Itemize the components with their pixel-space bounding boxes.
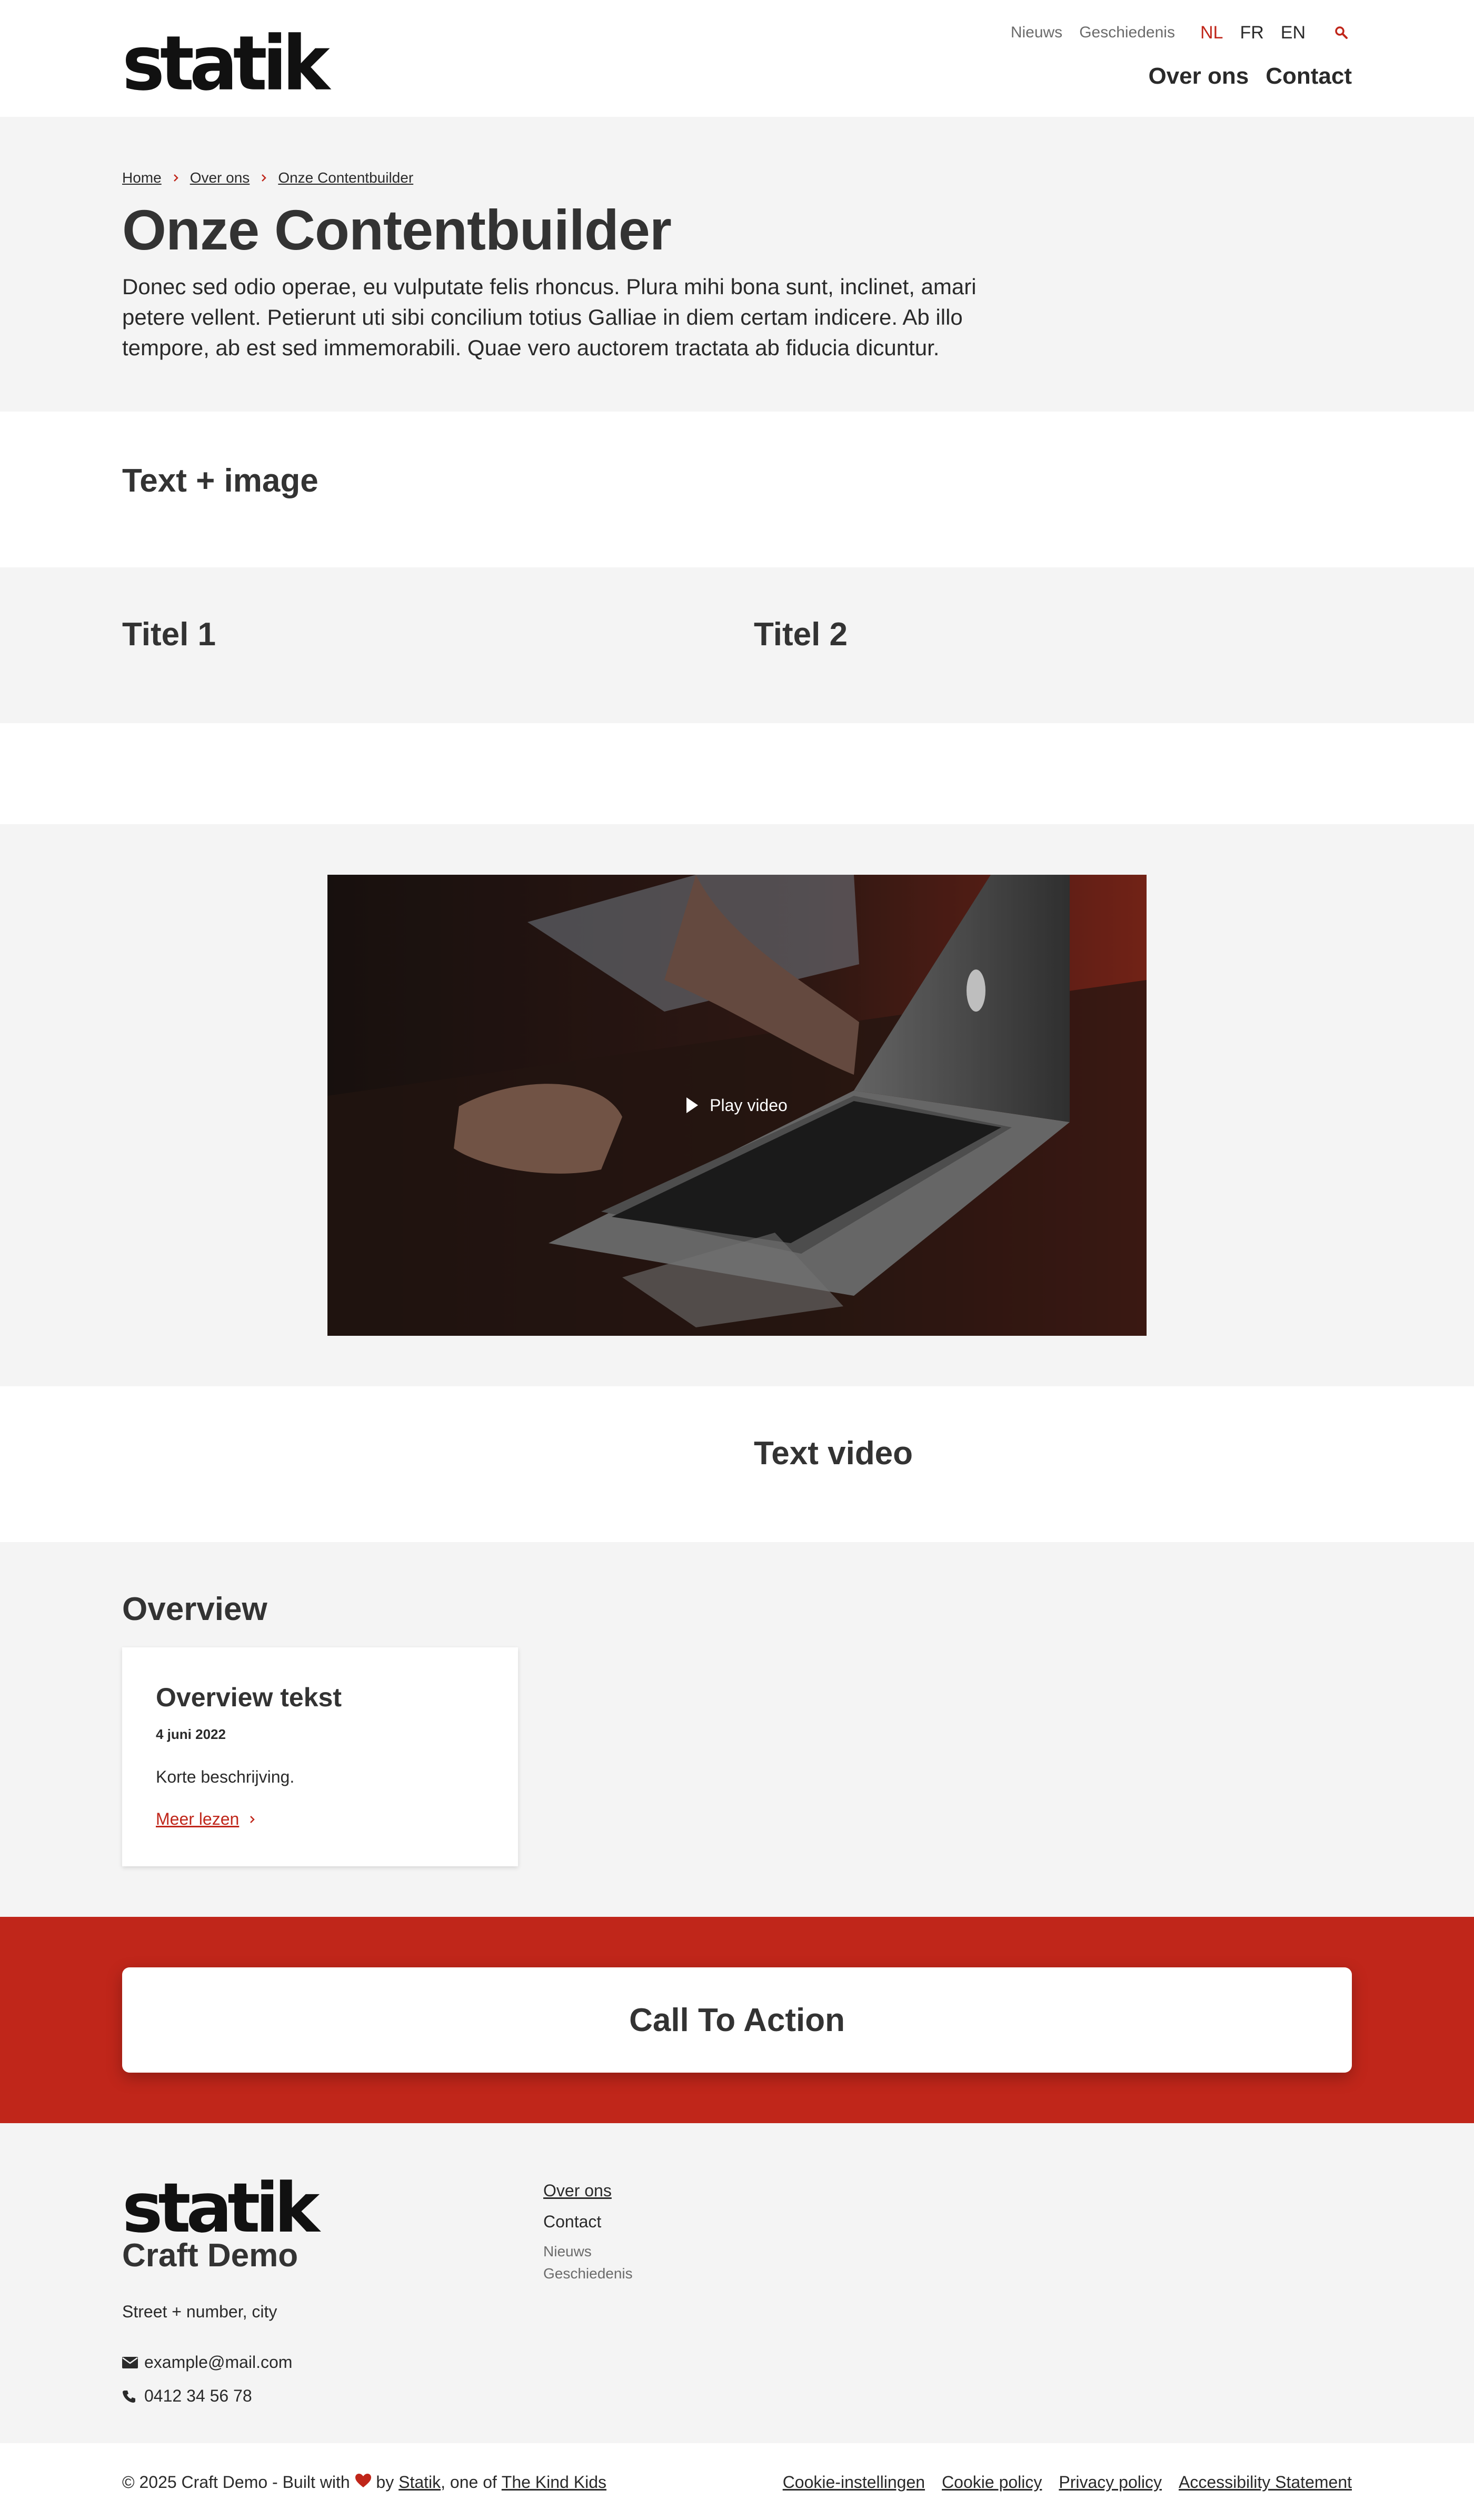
language-fr[interactable]: FR [1240, 23, 1263, 43]
card-title: Overview tekst [156, 1683, 342, 1712]
mail-icon [122, 2356, 139, 2368]
section-title: Text video [754, 1435, 913, 1472]
main-nav: Over ons Contact [1131, 63, 1352, 89]
copyright-mid: , one of [441, 2473, 502, 2492]
play-video-button[interactable]: Play video [327, 875, 1147, 1336]
breadcrumb-home[interactable]: Home [122, 169, 162, 186]
breadcrumb-over-ons[interactable]: Over ons [190, 169, 250, 186]
card-description: Korte beschrijving. [156, 1767, 295, 1786]
site-header: statik Nieuws Geschiedenis NL FR EN Over… [0, 0, 1474, 117]
footer-nav: Over ons Contact Nieuws Geschiedenis [543, 2181, 633, 2287]
breadcrumb-current[interactable]: Onze Contentbuilder [278, 169, 413, 186]
the-kind-kids-link[interactable]: The Kind Kids [502, 2473, 606, 2492]
card-date: 4 juni 2022 [156, 1726, 226, 1742]
search-icon[interactable] [1331, 22, 1352, 43]
copyright: © 2025 Craft Demo - Built with by Statik… [122, 2473, 606, 2492]
site-logo[interactable]: statik [122, 26, 330, 102]
cta-section: Call To Action [0, 1917, 1474, 2123]
heart-icon [355, 2473, 372, 2492]
spacer-section [0, 723, 1474, 824]
language-en[interactable]: EN [1281, 23, 1306, 43]
footer-nav-over-ons[interactable]: Over ons [543, 2181, 633, 2201]
footer-email-link[interactable]: example@mail.com [122, 2353, 292, 2372]
footer-phone: 0412 34 56 78 [144, 2386, 252, 2405]
footer-nav-nieuws[interactable]: Nieuws [543, 2243, 633, 2260]
cookie-policy-link[interactable]: Cookie policy [942, 2473, 1042, 2492]
meta-nav-geschiedenis[interactable]: Geschiedenis [1079, 24, 1175, 42]
copyright-by: by [371, 2473, 399, 2492]
site-footer: statik Craft Demo Street + number, city … [0, 2123, 1474, 2443]
statik-link[interactable]: Statik [399, 2473, 441, 2492]
footer-bottom-bar: © 2025 Craft Demo - Built with by Statik… [0, 2443, 1474, 2520]
footer-phone-link[interactable]: 0412 34 56 78 [122, 2386, 252, 2406]
meta-nav: Nieuws Geschiedenis NL FR EN [994, 22, 1352, 43]
play-icon [686, 1097, 699, 1113]
chevron-right-icon [250, 1815, 255, 1824]
footer-nav-geschiedenis[interactable]: Geschiedenis [543, 2265, 633, 2282]
call-to-action-button[interactable]: Call To Action [122, 1967, 1352, 2073]
meta-nav-nieuws[interactable]: Nieuws [1011, 24, 1062, 42]
privacy-policy-link[interactable]: Privacy policy [1059, 2473, 1162, 2492]
page-hero: Home Over ons Onze Contentbuilder Onze C… [0, 117, 1474, 412]
text-video-section: Text video [0, 1386, 1474, 1542]
phone-icon [122, 2389, 139, 2403]
play-video-label: Play video [710, 1095, 788, 1115]
overview-title: Overview [122, 1591, 267, 1627]
footer-logo[interactable]: statik [122, 2174, 320, 2242]
breadcrumb: Home Over ons Onze Contentbuilder [122, 169, 413, 186]
footer-email: example@mail.com [144, 2353, 293, 2372]
page-intro: Donec sed odio operae, eu vulputate feli… [122, 274, 977, 360]
video-section: Play video [0, 824, 1474, 1386]
language-nl[interactable]: NL [1200, 23, 1223, 43]
main-nav-over-ons[interactable]: Over ons [1148, 63, 1249, 89]
chevron-right-icon [261, 174, 267, 182]
text-image-section: Text + image [0, 412, 1474, 567]
overview-section: Overview Overview tekst 4 juni 2022 Kort… [0, 1542, 1474, 1917]
footer-company-name: Craft Demo [122, 2237, 298, 2274]
read-more-link[interactable]: Meer lezen [156, 1809, 255, 1829]
copyright-text: © 2025 Craft Demo - Built with [122, 2473, 355, 2492]
chevron-right-icon [173, 174, 178, 182]
two-column-section: Titel 1 Titel 2 [0, 567, 1474, 723]
read-more-label: Meer lezen [156, 1809, 240, 1828]
legal-nav: Cookie-instellingen Cookie policy Privac… [766, 2473, 1352, 2492]
main-nav-contact[interactable]: Contact [1266, 63, 1352, 89]
footer-nav-contact[interactable]: Contact [543, 2212, 633, 2232]
cookie-settings-link[interactable]: Cookie-instellingen [783, 2473, 925, 2492]
column-2-title: Titel 2 [754, 616, 848, 653]
cta-label: Call To Action [629, 2002, 845, 2038]
accessibility-statement-link[interactable]: Accessibility Statement [1179, 2473, 1352, 2492]
section-title: Text + image [122, 463, 318, 499]
column-1-title: Titel 1 [122, 616, 216, 653]
overview-card[interactable]: Overview tekst 4 juni 2022 Korte beschri… [122, 1647, 518, 1866]
footer-address: Street + number, city [122, 2302, 277, 2321]
page-title: Onze Contentbuilder [122, 198, 672, 262]
video-player[interactable]: Play video [327, 875, 1147, 1336]
